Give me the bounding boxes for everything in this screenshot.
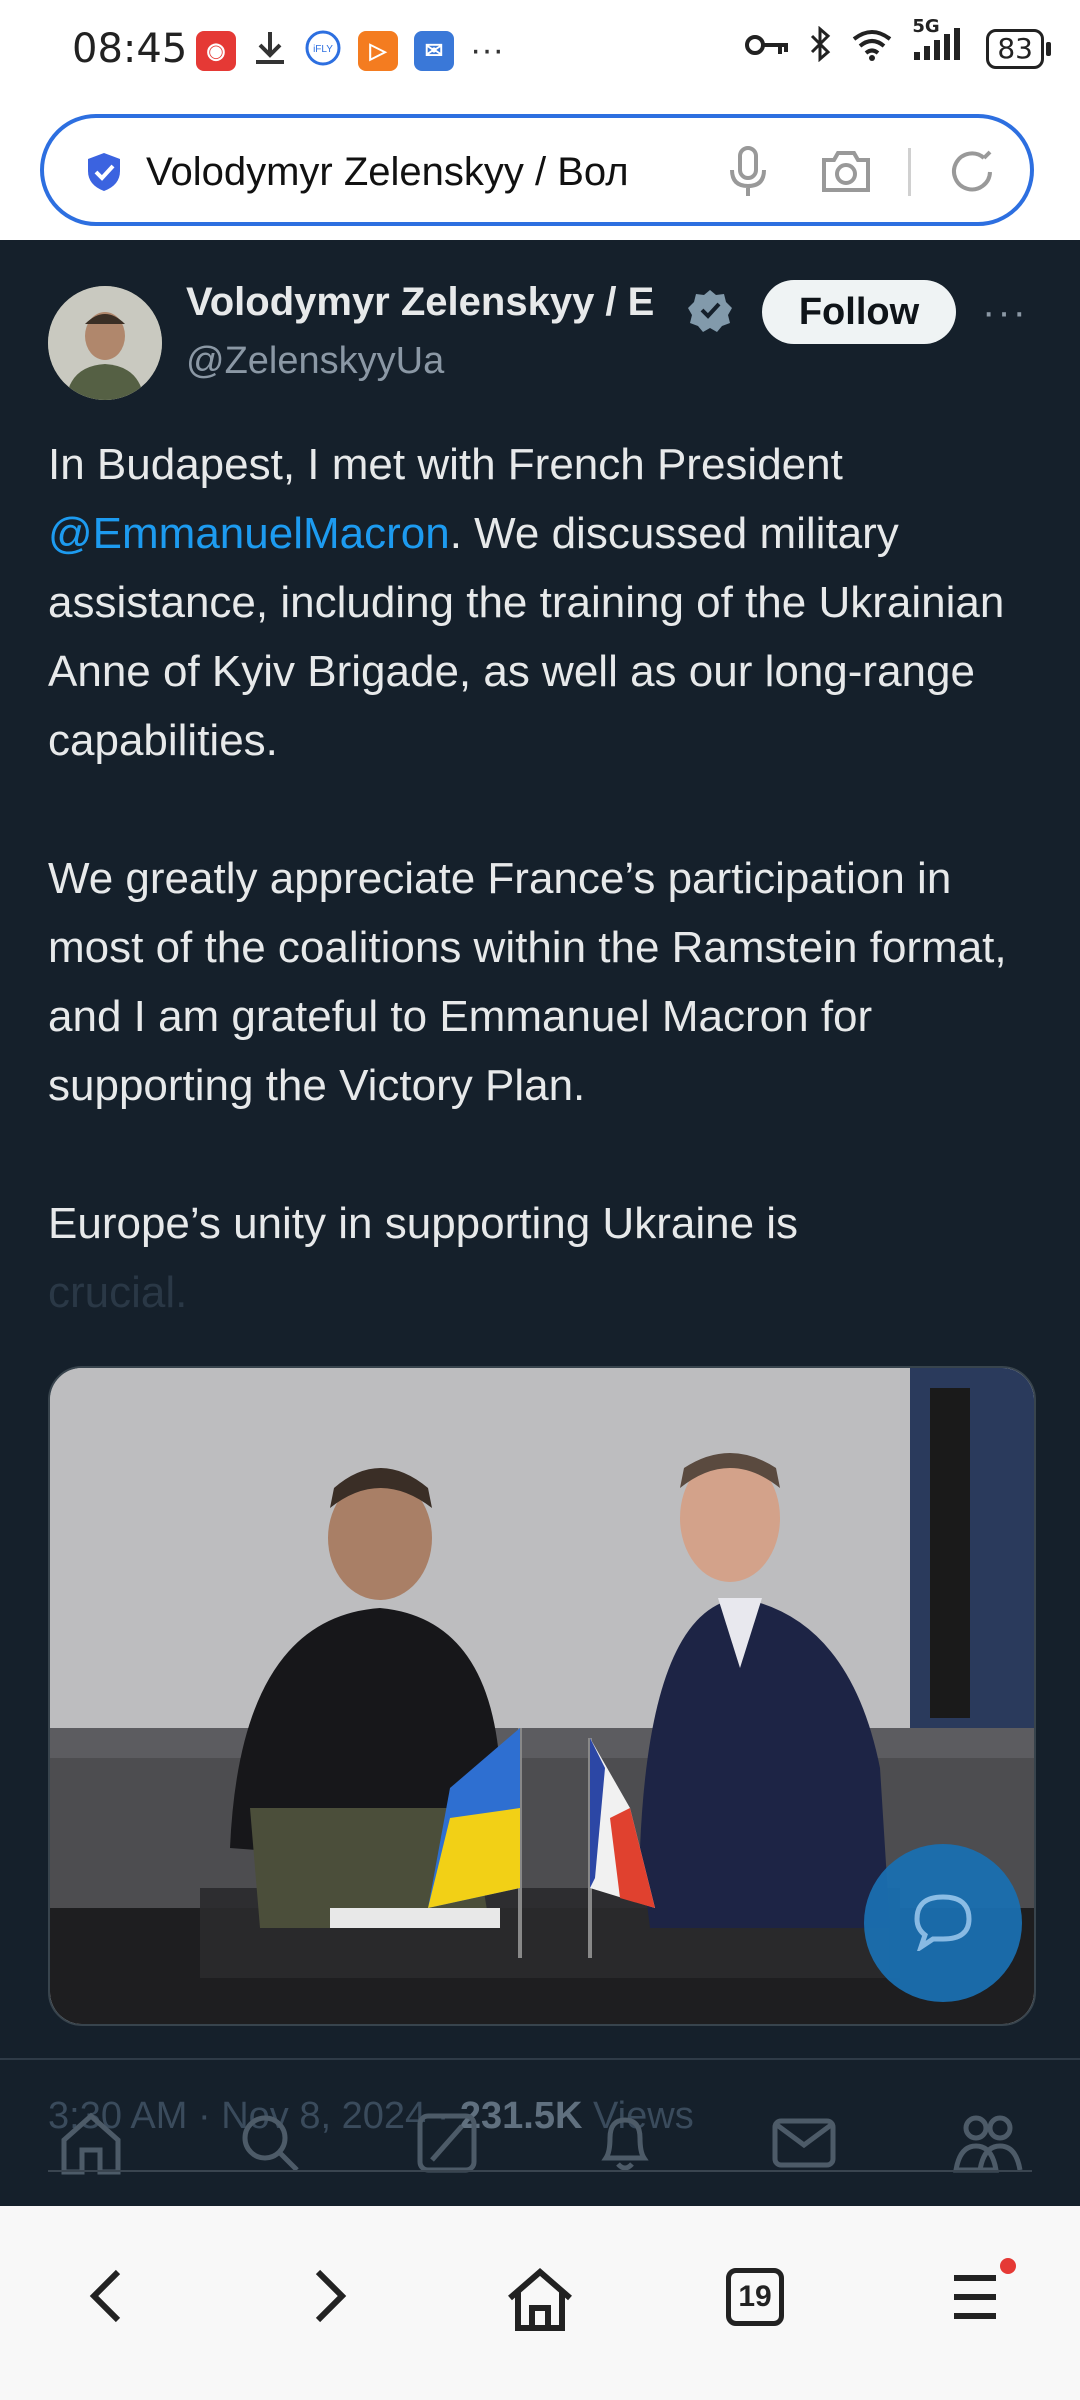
- tabs-button[interactable]: 19: [726, 2268, 784, 2326]
- system-icons: 5G 83: [744, 16, 1051, 71]
- tweet-paragraph-2: We greatly appreciate France’s participa…: [48, 854, 1007, 1110]
- download-icon: [252, 28, 288, 73]
- signal-icon: 5G: [912, 16, 968, 71]
- video-app-icon: ▷: [358, 30, 398, 71]
- avatar[interactable]: [48, 286, 162, 400]
- wifi-icon: [850, 27, 894, 70]
- tweet-text: In Budapest, I met with French President…: [48, 430, 1038, 1327]
- camera-icon[interactable]: [818, 144, 874, 203]
- app-notification-icon: ◉: [196, 30, 236, 71]
- author-handle[interactable]: @ZelenskyyUa: [186, 340, 444, 383]
- toolbar-divider: [908, 148, 911, 196]
- back-icon[interactable]: [82, 2266, 132, 2331]
- verified-badge-icon: [688, 288, 732, 337]
- svg-text:iFLY: iFLY: [313, 44, 333, 55]
- paragraph-text: In Budapest, I met with French President: [48, 440, 843, 489]
- mention-link[interactable]: @EmmanuelMacron: [48, 509, 450, 558]
- home-icon[interactable]: [504, 2266, 576, 2337]
- faded-text: crucial.: [48, 1268, 188, 1317]
- key-icon: [744, 29, 790, 69]
- x-nav-divider: [48, 2170, 1032, 2172]
- ifly-icon: iFLY: [304, 29, 342, 72]
- notification-icons: ◉ iFLY ▷ ✉ ···: [196, 28, 504, 73]
- author-name[interactable]: Volodymyr Zelenskyy / E: [186, 280, 686, 325]
- browser-bottom-nav: 19: [0, 2206, 1080, 2400]
- reload-icon[interactable]: [946, 146, 998, 203]
- messages-icon[interactable]: [769, 2113, 839, 2178]
- bluetooth-icon: [808, 25, 832, 71]
- status-time: 08:45: [72, 26, 188, 72]
- status-bar: 08:45 ◉ iFLY ▷ ✉ ··· 5G 83: [0, 0, 1080, 100]
- shield-icon: [82, 150, 126, 194]
- more-notifications: ···: [470, 31, 504, 69]
- meta-divider: [0, 2058, 1080, 2060]
- follow-button[interactable]: Follow: [762, 280, 956, 344]
- microphone-icon[interactable]: [724, 144, 772, 205]
- menu-icon[interactable]: [950, 2272, 1000, 2327]
- tweet-paragraph-3: Europe’s unity in supporting Ukraine is c…: [48, 1189, 1038, 1327]
- url-text[interactable]: Volodymyr Zelenskyy / Вол: [146, 142, 726, 202]
- x-bottom-nav: [0, 2090, 1080, 2200]
- browser-toolbar: Volodymyr Zelenskyy / Вол: [0, 100, 1080, 240]
- more-options-icon[interactable]: ···: [982, 290, 1028, 335]
- mail-app-icon: ✉: [414, 30, 454, 71]
- notification-dot: [1000, 2258, 1016, 2274]
- tweet-paragraph-1: In Budapest, I met with French President…: [48, 430, 1038, 775]
- paragraph-text: Europe’s unity in supporting Ukraine is: [48, 1199, 799, 1248]
- battery-indicator: 83: [986, 28, 1051, 69]
- chat-fab-button[interactable]: [864, 1844, 1022, 2002]
- forward-icon[interactable]: [304, 2266, 354, 2331]
- url-bar[interactable]: Volodymyr Zelenskyy / Вол: [40, 114, 1034, 226]
- chat-bubble-icon: [911, 1891, 975, 1956]
- network-type: 5G: [912, 16, 940, 37]
